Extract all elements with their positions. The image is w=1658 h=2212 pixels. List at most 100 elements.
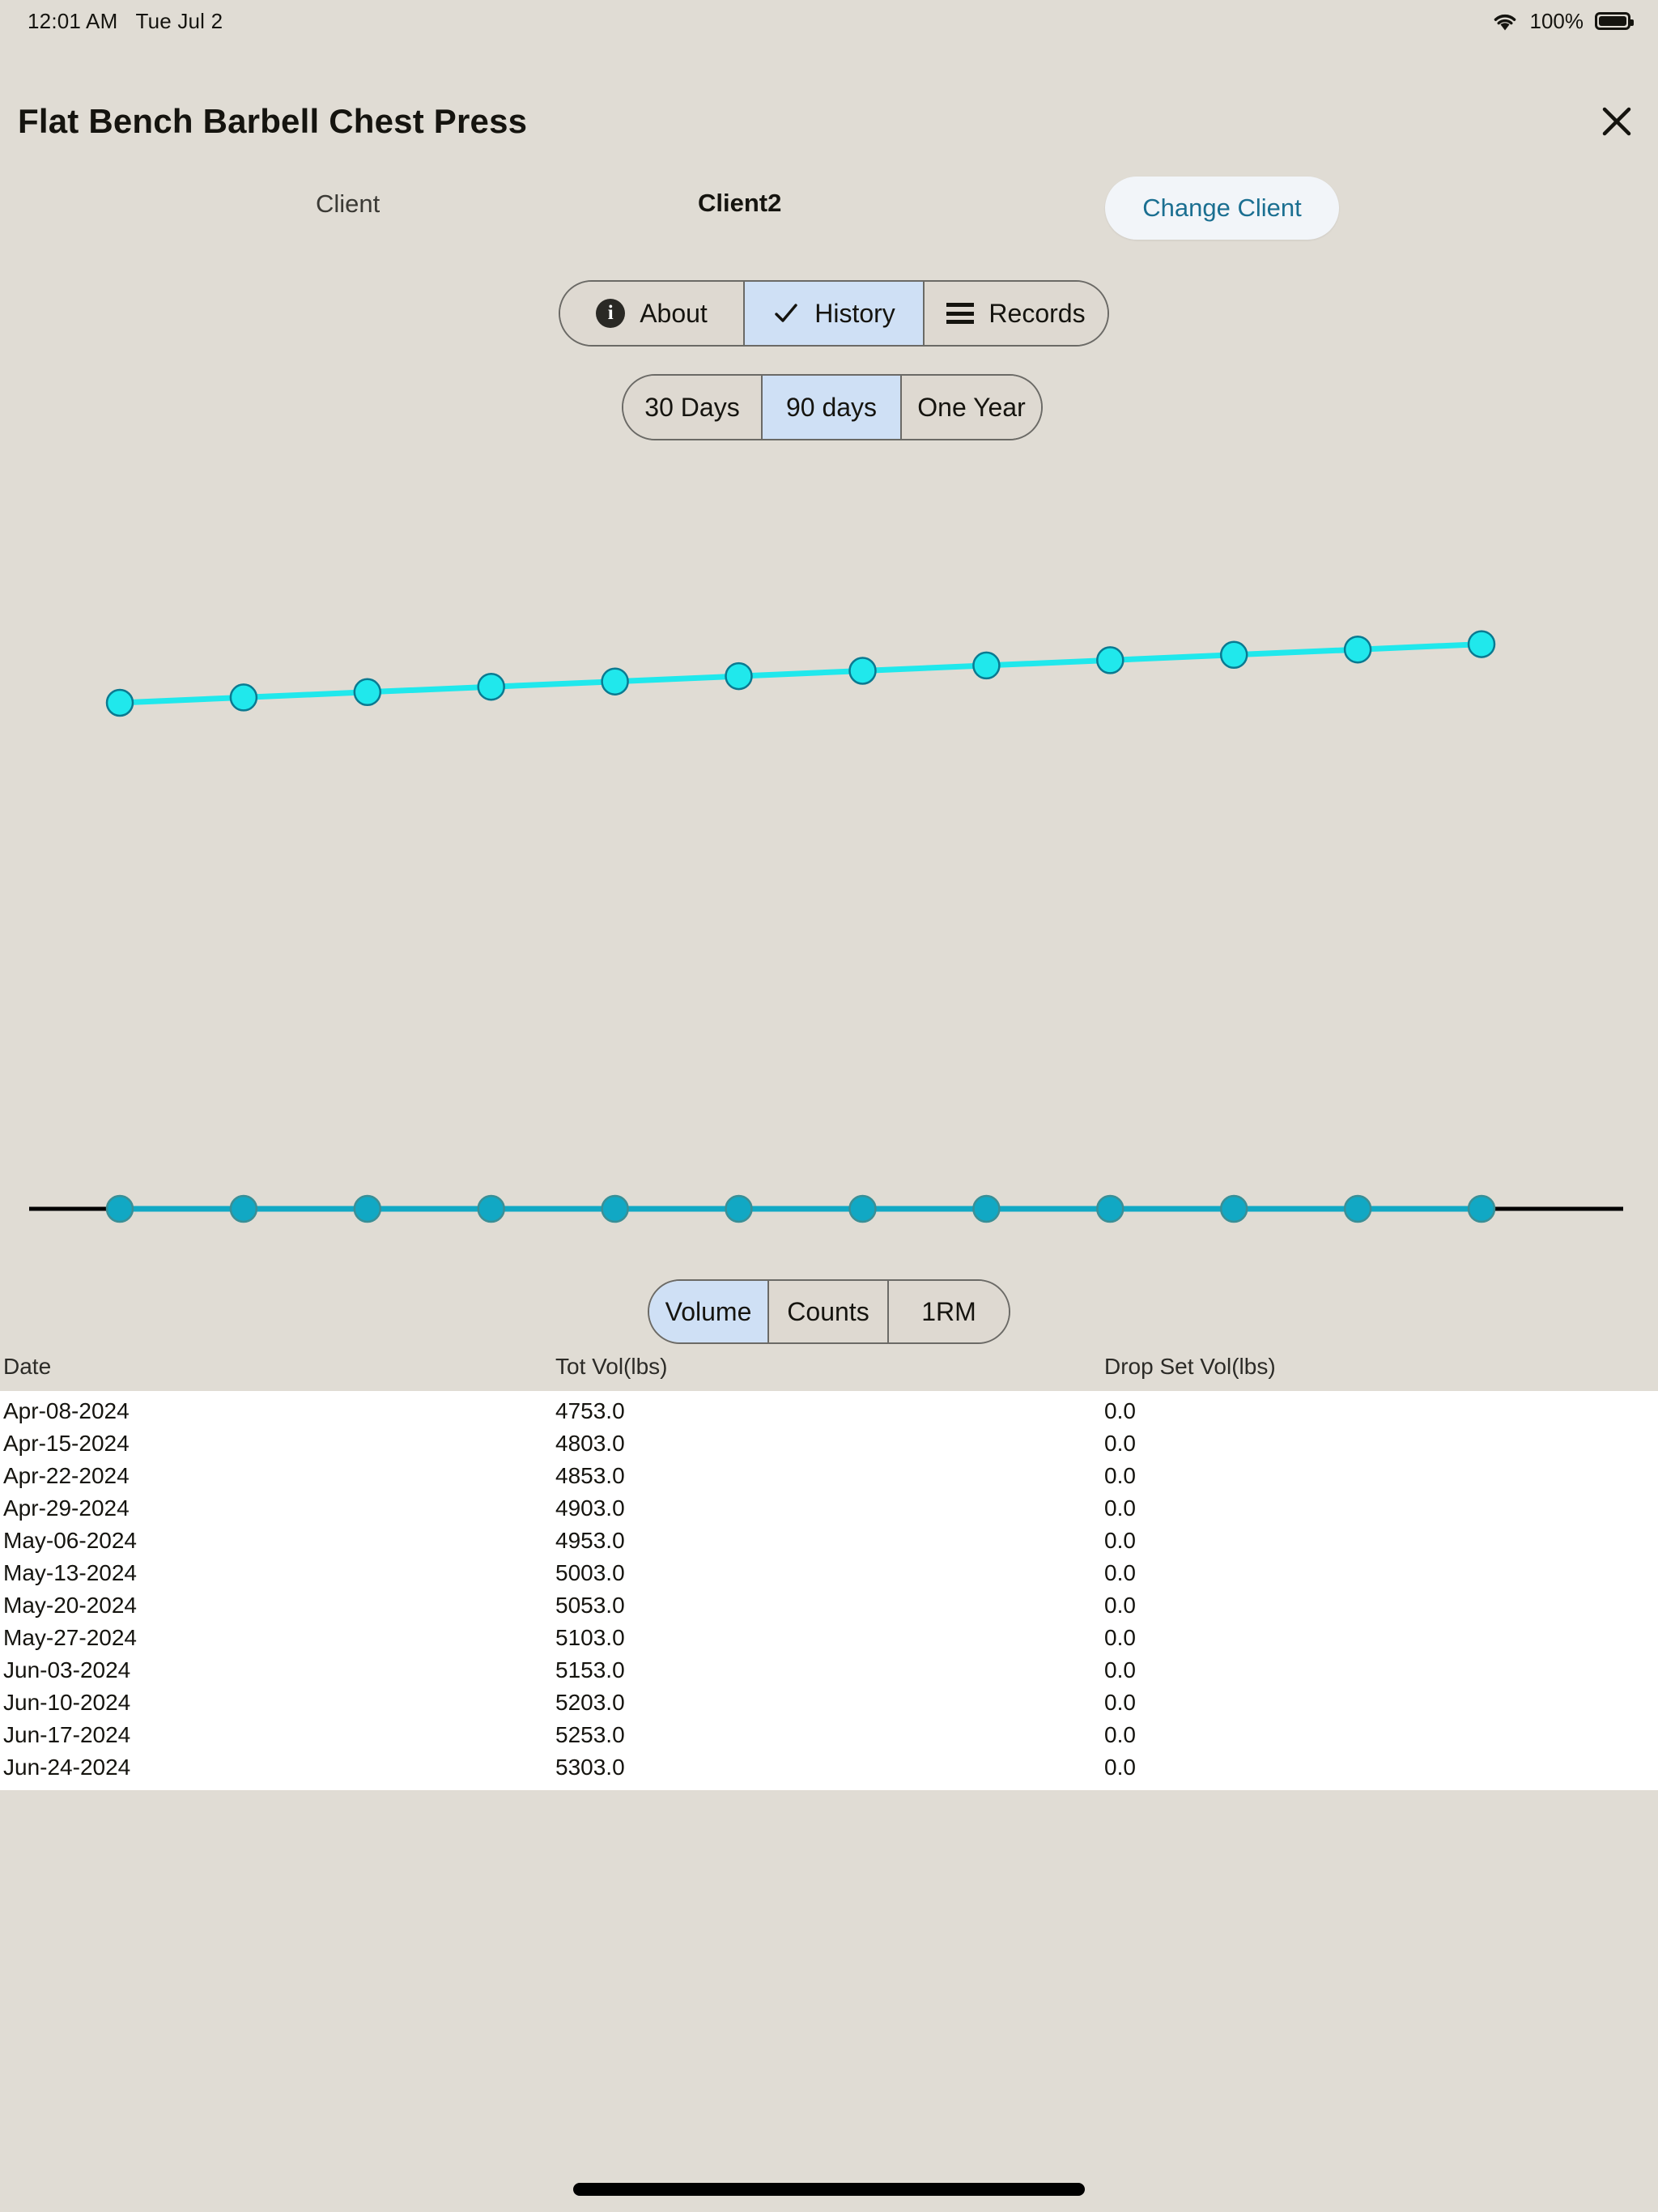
table-row[interactable]: May-27-2024 5103.0 0.0 (3, 1622, 1658, 1654)
cell-drop-set-vol: 0.0 (1104, 1593, 1136, 1618)
change-client-button[interactable]: Change Client (1105, 177, 1339, 240)
metric-counts-label: Counts (787, 1296, 869, 1326)
table-row[interactable]: May-06-2024 4953.0 0.0 (3, 1525, 1658, 1557)
table-row[interactable]: Apr-22-2024 4853.0 0.0 (3, 1460, 1658, 1492)
tab-about[interactable]: i About (560, 282, 745, 345)
chart-data-point[interactable] (1096, 1194, 1124, 1223)
cell-date: Jun-03-2024 (3, 1657, 131, 1682)
cell-tot-vol: 5053.0 (555, 1593, 625, 1618)
history-table: Date Tot Vol(lbs) Drop Set Vol(lbs) Apr-… (0, 1354, 1658, 1790)
chart-data-point[interactable] (1343, 1194, 1372, 1223)
range-90-days[interactable]: 90 days (763, 376, 902, 439)
cell-tot-vol: 5203.0 (555, 1690, 625, 1715)
cell-date: May-27-2024 (3, 1625, 137, 1650)
info-circle-icon: i (596, 299, 626, 328)
metric-volume-label: Volume (665, 1296, 752, 1326)
cell-tot-vol: 4953.0 (555, 1528, 625, 1553)
chart-data-point[interactable] (725, 661, 753, 691)
cell-date: Apr-08-2024 (3, 1398, 130, 1423)
cell-date: Jun-24-2024 (3, 1755, 131, 1780)
table-row[interactable]: Jun-17-2024 5253.0 0.0 (3, 1719, 1658, 1751)
chart-data-point[interactable] (1343, 635, 1372, 664)
battery-full-icon (1595, 12, 1634, 30)
chart-data-point[interactable] (105, 1194, 134, 1223)
tab-history-label: History (814, 298, 895, 328)
view-tabs: i About History Records (559, 280, 1109, 347)
column-header-date: Date (3, 1354, 52, 1379)
status-date: Tue Jul 2 (135, 8, 223, 33)
chart-data-point[interactable] (1467, 630, 1496, 658)
chart-data-point[interactable] (229, 683, 258, 712)
chart-data-point[interactable] (972, 651, 1001, 680)
chart-data-point[interactable] (353, 1194, 382, 1223)
date-range-selector: 30 Days 90 days One Year (622, 374, 1043, 440)
chart-data-point[interactable] (725, 1194, 753, 1223)
cell-tot-vol: 5303.0 (555, 1755, 625, 1780)
range-one-year[interactable]: One Year (902, 376, 1041, 439)
table-body: Apr-08-2024 4753.0 0.0 Apr-15-2024 4803.0 0.0… (0, 1391, 1658, 1790)
range-one-year-label: One Year (917, 392, 1026, 422)
header-bar: Flat Bench Barbell Chest Press (0, 91, 1658, 152)
cell-date: May-06-2024 (3, 1528, 137, 1553)
battery-percent: 100% (1529, 8, 1584, 33)
cell-drop-set-vol: 0.0 (1104, 1463, 1136, 1488)
cell-date: Apr-15-2024 (3, 1431, 130, 1456)
history-chart (0, 486, 1658, 1271)
range-90-days-label: 90 days (785, 392, 878, 422)
chart-data-point[interactable] (105, 688, 134, 717)
cell-drop-set-vol: 0.0 (1104, 1690, 1136, 1715)
status-bar: 12:01 AM Tue Jul 2 100% (0, 0, 1658, 42)
chart-data-point[interactable] (601, 1194, 629, 1223)
column-header-tot-vol: Tot Vol(lbs) (555, 1354, 668, 1379)
cell-date: Jun-10-2024 (3, 1690, 131, 1715)
cell-drop-set-vol: 0.0 (1104, 1657, 1136, 1682)
metric-1rm[interactable]: 1RM (889, 1281, 1009, 1342)
metric-counts[interactable]: Counts (769, 1281, 889, 1342)
status-bar-right: 100% (1491, 8, 1634, 34)
table-row[interactable]: May-20-2024 5053.0 0.0 (3, 1589, 1658, 1622)
chart-data-point[interactable] (1219, 640, 1248, 670)
table-row[interactable]: Jun-10-2024 5203.0 0.0 (3, 1687, 1658, 1719)
chart-data-point[interactable] (1219, 1194, 1248, 1223)
cell-tot-vol: 4853.0 (555, 1463, 625, 1488)
metric-1rm-label: 1RM (921, 1296, 976, 1326)
list-icon (946, 303, 975, 324)
table-row[interactable]: Apr-08-2024 4753.0 0.0 (3, 1395, 1658, 1427)
metric-volume[interactable]: Volume (649, 1281, 769, 1342)
chart-data-point[interactable] (353, 678, 382, 707)
table-row[interactable]: May-13-2024 5003.0 0.0 (3, 1557, 1658, 1589)
cell-drop-set-vol: 0.0 (1104, 1722, 1136, 1747)
cell-tot-vol: 5003.0 (555, 1560, 625, 1585)
cell-drop-set-vol: 0.0 (1104, 1398, 1136, 1423)
home-indicator (573, 2183, 1085, 2196)
tab-records[interactable]: Records (925, 282, 1107, 345)
chart-data-point[interactable] (848, 657, 877, 685)
tab-records-label: Records (988, 298, 1086, 328)
chart-data-point[interactable] (972, 1194, 1001, 1223)
cell-date: May-20-2024 (3, 1593, 137, 1618)
cell-date: Apr-29-2024 (3, 1495, 130, 1521)
chart-data-point[interactable] (1467, 1194, 1496, 1223)
cell-date: May-13-2024 (3, 1560, 137, 1585)
range-30-days[interactable]: 30 Days (623, 376, 763, 439)
status-time: 12:01 AM (28, 8, 118, 33)
table-row[interactable]: Apr-15-2024 4803.0 0.0 (3, 1427, 1658, 1460)
cell-tot-vol: 4753.0 (555, 1398, 625, 1423)
table-row[interactable]: Apr-29-2024 4903.0 0.0 (3, 1492, 1658, 1525)
wifi-icon (1491, 11, 1519, 32)
chart-data-point[interactable] (229, 1194, 258, 1223)
chart-data-point[interactable] (1096, 646, 1124, 674)
range-30-days-label: 30 Days (644, 392, 740, 422)
table-row[interactable]: Jun-03-2024 5153.0 0.0 (3, 1654, 1658, 1687)
series-drop-set-line (117, 641, 1485, 706)
cell-tot-vol: 4903.0 (555, 1495, 625, 1521)
chart-data-point[interactable] (601, 667, 629, 696)
table-row[interactable]: Jun-24-2024 5303.0 0.0 (3, 1751, 1658, 1784)
cell-drop-set-vol: 0.0 (1104, 1431, 1136, 1456)
chart-data-point[interactable] (477, 672, 505, 701)
chart-data-point[interactable] (848, 1194, 877, 1223)
cell-tot-vol: 5103.0 (555, 1625, 625, 1650)
chart-data-point[interactable] (477, 1194, 505, 1223)
close-icon[interactable] (1593, 98, 1640, 145)
tab-history[interactable]: History (745, 282, 925, 345)
